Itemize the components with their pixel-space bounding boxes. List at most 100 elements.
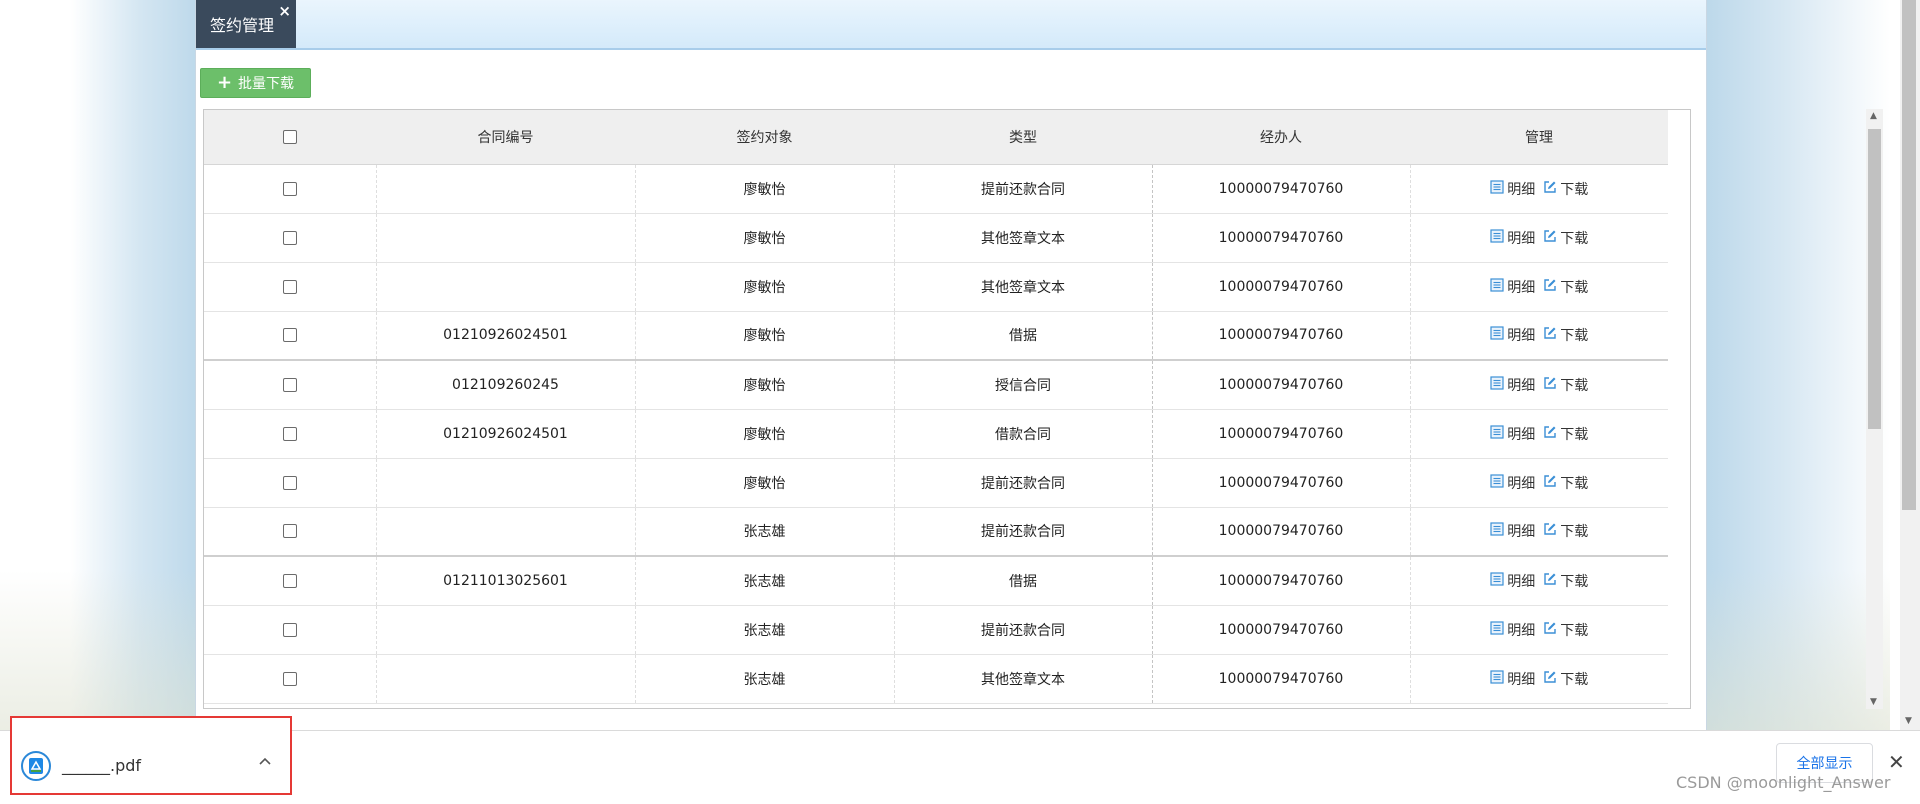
row-select-cell [204,654,377,704]
row-checkbox[interactable] [282,230,297,245]
contract-table: 合同编号 签约对象 类型 经办人 管理 廖敏怡 提前还款合同 10000079470… [203,109,1691,709]
detail-button[interactable]: 明细 [1490,473,1535,493]
cell-manage: 明细 下载 [1410,654,1668,704]
header-manage: 管理 [1410,110,1668,165]
download-item[interactable]: ______.pdf [10,716,292,795]
detail-button[interactable]: 明细 [1490,277,1535,297]
download-file-name: ______.pdf [62,756,142,775]
download-button[interactable]: 下载 [1543,620,1588,640]
cell-agent: 10000079470760 [1152,556,1411,606]
cell-party: 廖敏怡 [635,164,895,214]
page-scroll-down-arrow-icon[interactable]: ▼ [1905,716,1912,726]
table-row: 张志雄 提前还款合同 10000079470760 明细 下载 [204,605,1668,655]
tab-contract-management[interactable]: 签约管理 × [196,0,296,48]
cell-contract-no [376,458,636,508]
header-contract-no: 合同编号 [376,110,635,165]
detail-label: 明细 [1507,377,1536,394]
main-panel: 签约管理 × + 批量下载 合同编号 签约对象 类型 经办人 管理 廖敏怡 提前… [195,0,1883,730]
table-row: 廖敏怡 提前还款合同 10000079470760 明细 下载 [204,164,1668,214]
detail-button[interactable]: 明细 [1490,620,1535,640]
download-label: 下载 [1560,524,1589,541]
download-label: 下载 [1560,328,1589,345]
background-left [0,0,200,730]
document-icon [1490,376,1507,394]
download-button[interactable]: 下载 [1543,277,1588,297]
row-checkbox[interactable] [282,426,297,441]
detail-button[interactable]: 明细 [1490,325,1535,345]
table-row: 廖敏怡 其他签章文本 10000079470760 明细 下载 [204,213,1668,263]
scroll-up-arrow-icon[interactable]: ▲ [1870,111,1877,121]
cell-manage: 明细 下载 [1410,311,1668,361]
page-scrollbar-thumb[interactable] [1902,0,1916,510]
background-right [1705,0,1890,730]
cell-agent: 10000079470760 [1152,360,1411,410]
document-icon [1490,572,1507,590]
download-label: 下载 [1560,230,1589,247]
download-button[interactable]: 下载 [1543,424,1588,444]
row-checkbox[interactable] [282,328,297,343]
detail-button[interactable]: 明细 [1490,228,1535,248]
download-button[interactable]: 下载 [1543,521,1588,541]
row-checkbox[interactable] [282,573,297,588]
row-checkbox[interactable] [282,377,297,392]
cell-party: 廖敏怡 [635,262,895,312]
close-icon[interactable]: × [278,2,291,20]
cell-type: 其他签章文本 [894,262,1153,312]
cell-agent: 10000079470760 [1152,605,1411,655]
row-checkbox[interactable] [282,181,297,196]
cell-agent: 10000079470760 [1152,654,1411,704]
tab-title: 签约管理 [209,16,274,35]
row-checkbox[interactable] [282,524,297,539]
download-label: 下载 [1560,622,1589,639]
cell-party: 廖敏怡 [635,458,895,508]
edit-icon [1543,376,1560,394]
chevron-up-icon[interactable] [258,754,272,770]
table-row: 012109260245 廖敏怡 授信合同 10000079470760 明细 下载 [204,360,1668,410]
table-scrollbar[interactable]: ▲ ▼ [1866,109,1883,709]
batch-download-button[interactable]: + 批量下载 [200,68,311,98]
detail-button[interactable]: 明细 [1490,179,1535,199]
row-select-cell [204,262,377,312]
row-checkbox[interactable] [282,279,297,294]
row-select-cell [204,605,377,655]
download-button[interactable]: 下载 [1543,473,1588,493]
cell-manage: 明细 下载 [1410,556,1668,606]
table-row: 张志雄 其他签章文本 10000079470760 明细 下载 [204,654,1668,704]
table-row: 01210926024501 廖敏怡 借款合同 10000079470760 明细 下载 [204,409,1668,459]
cell-party: 张志雄 [635,654,895,704]
row-checkbox[interactable] [282,671,297,686]
close-icon[interactable]: ✕ [1888,750,1905,774]
document-icon [1490,179,1507,198]
download-button[interactable]: 下载 [1543,325,1588,345]
download-button[interactable]: 下载 [1543,571,1588,591]
table-row: 张志雄 提前还款合同 10000079470760 明细 下载 [204,507,1668,557]
select-all-checkbox[interactable] [283,129,297,144]
cell-manage: 明细 下载 [1410,213,1668,263]
table-scrollbar-thumb[interactable] [1868,129,1881,429]
scroll-down-arrow-icon[interactable]: ▼ [1870,697,1877,707]
download-button[interactable]: 下载 [1543,669,1588,689]
detail-button[interactable]: 明细 [1490,424,1535,444]
download-button[interactable]: 下载 [1543,228,1588,248]
page-scrollbar[interactable]: ▼ [1900,0,1920,730]
detail-button[interactable]: 明细 [1490,521,1535,541]
cell-agent: 10000079470760 [1152,507,1411,557]
document-icon [1490,424,1507,443]
download-label: 下载 [1560,671,1589,688]
document-icon [1490,522,1507,540]
download-button[interactable]: 下载 [1543,375,1588,395]
detail-button[interactable]: 明细 [1490,669,1535,689]
row-checkbox[interactable] [282,475,297,490]
edit-icon [1543,425,1560,443]
download-button[interactable]: 下载 [1543,179,1588,199]
download-label: 下载 [1560,426,1589,443]
cell-agent: 10000079470760 [1152,164,1411,214]
row-select-cell [204,409,377,459]
detail-button[interactable]: 明细 [1490,375,1535,395]
detail-button[interactable]: 明细 [1490,571,1535,591]
row-select-cell [204,213,377,263]
cell-contract-no: 012109260245 [376,360,636,410]
row-checkbox[interactable] [282,622,297,637]
edit-icon [1543,522,1560,540]
cell-manage: 明细 下载 [1410,458,1668,508]
